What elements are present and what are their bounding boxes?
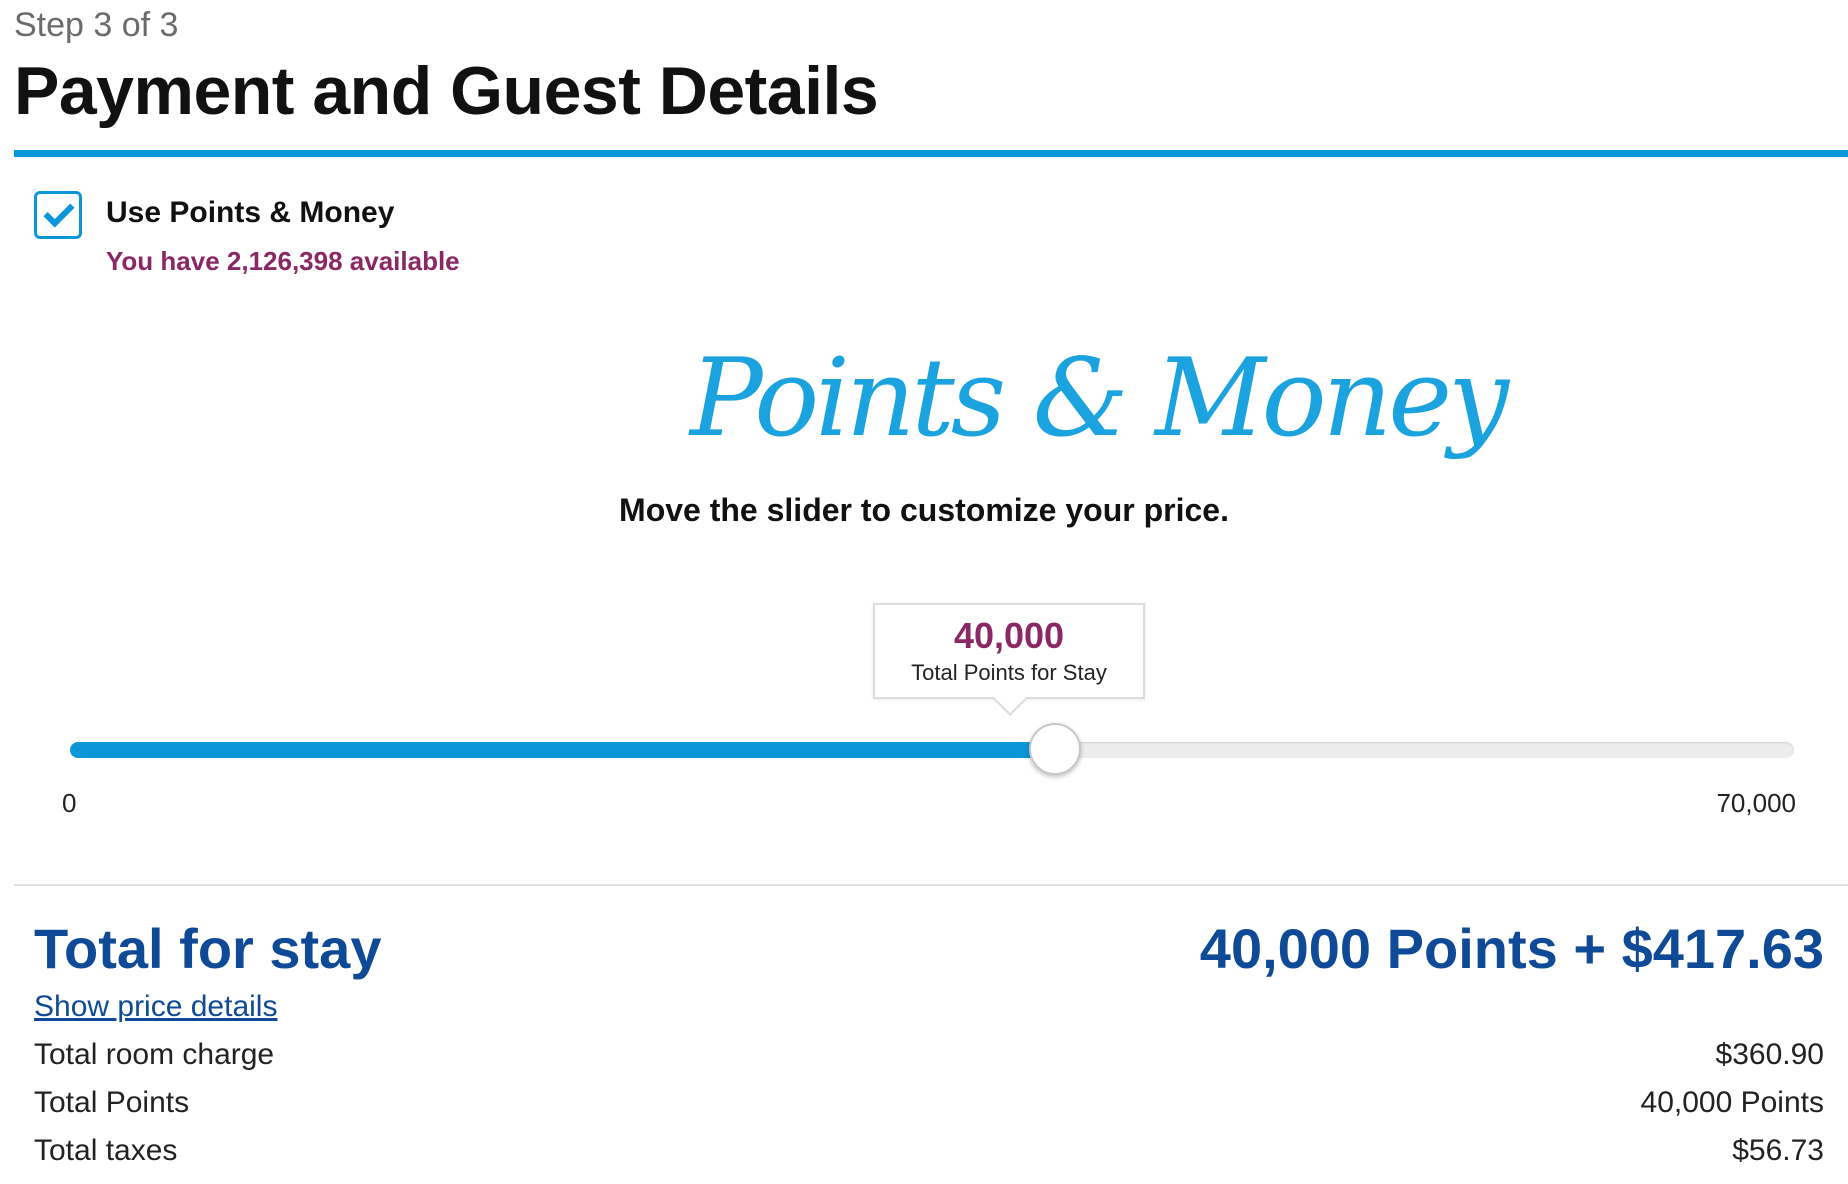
slider-min-label: 0: [62, 788, 77, 818]
slider-max-label: 70,000: [1716, 788, 1796, 818]
slider-value-label: Total Points for Stay: [911, 660, 1107, 685]
price-row-label: Total room charge: [34, 1038, 275, 1071]
points-slider-track[interactable]: [70, 742, 1794, 758]
price-row-value: $360.90: [1715, 1038, 1824, 1071]
price-row-label: Total Points: [34, 1086, 190, 1119]
logo-text: Points & Money: [690, 336, 1509, 461]
page-title: Payment and Guest Details: [14, 53, 879, 129]
slider-value-tooltip: 40,000 Total Points for Stay: [873, 603, 1145, 699]
section-divider: [14, 884, 1848, 886]
price-row-value: 40,000 Points: [1640, 1086, 1824, 1119]
checkmark-icon: [43, 196, 75, 228]
use-points-label[interactable]: Use Points & Money: [106, 196, 394, 230]
use-points-checkbox[interactable]: [34, 191, 82, 239]
price-row-label: Total taxes: [34, 1134, 178, 1167]
points-slider-fill: [70, 742, 1056, 758]
show-price-details-link[interactable]: Show price details: [34, 990, 277, 1024]
price-row-value: $56.73: [1732, 1134, 1824, 1167]
points-and-money-logo: Points & Money: [690, 336, 1509, 505]
points-available-text: You have 2,126,398 available: [106, 246, 460, 276]
total-for-stay-value: 40,000 Points + $417.63: [1199, 917, 1824, 980]
step-indicator: Step 3 of 3: [14, 6, 179, 44]
slider-value: 40,000: [953, 615, 1065, 656]
payment-page: Step 3 of 3 Payment and Guest Details Us…: [0, 0, 1848, 1184]
slider-instructions: Move the slider to customize your price.: [619, 492, 1229, 528]
points-slider-handle[interactable]: [1029, 723, 1082, 775]
total-for-stay-label: Total for stay: [34, 917, 382, 980]
title-divider: [14, 150, 1848, 157]
